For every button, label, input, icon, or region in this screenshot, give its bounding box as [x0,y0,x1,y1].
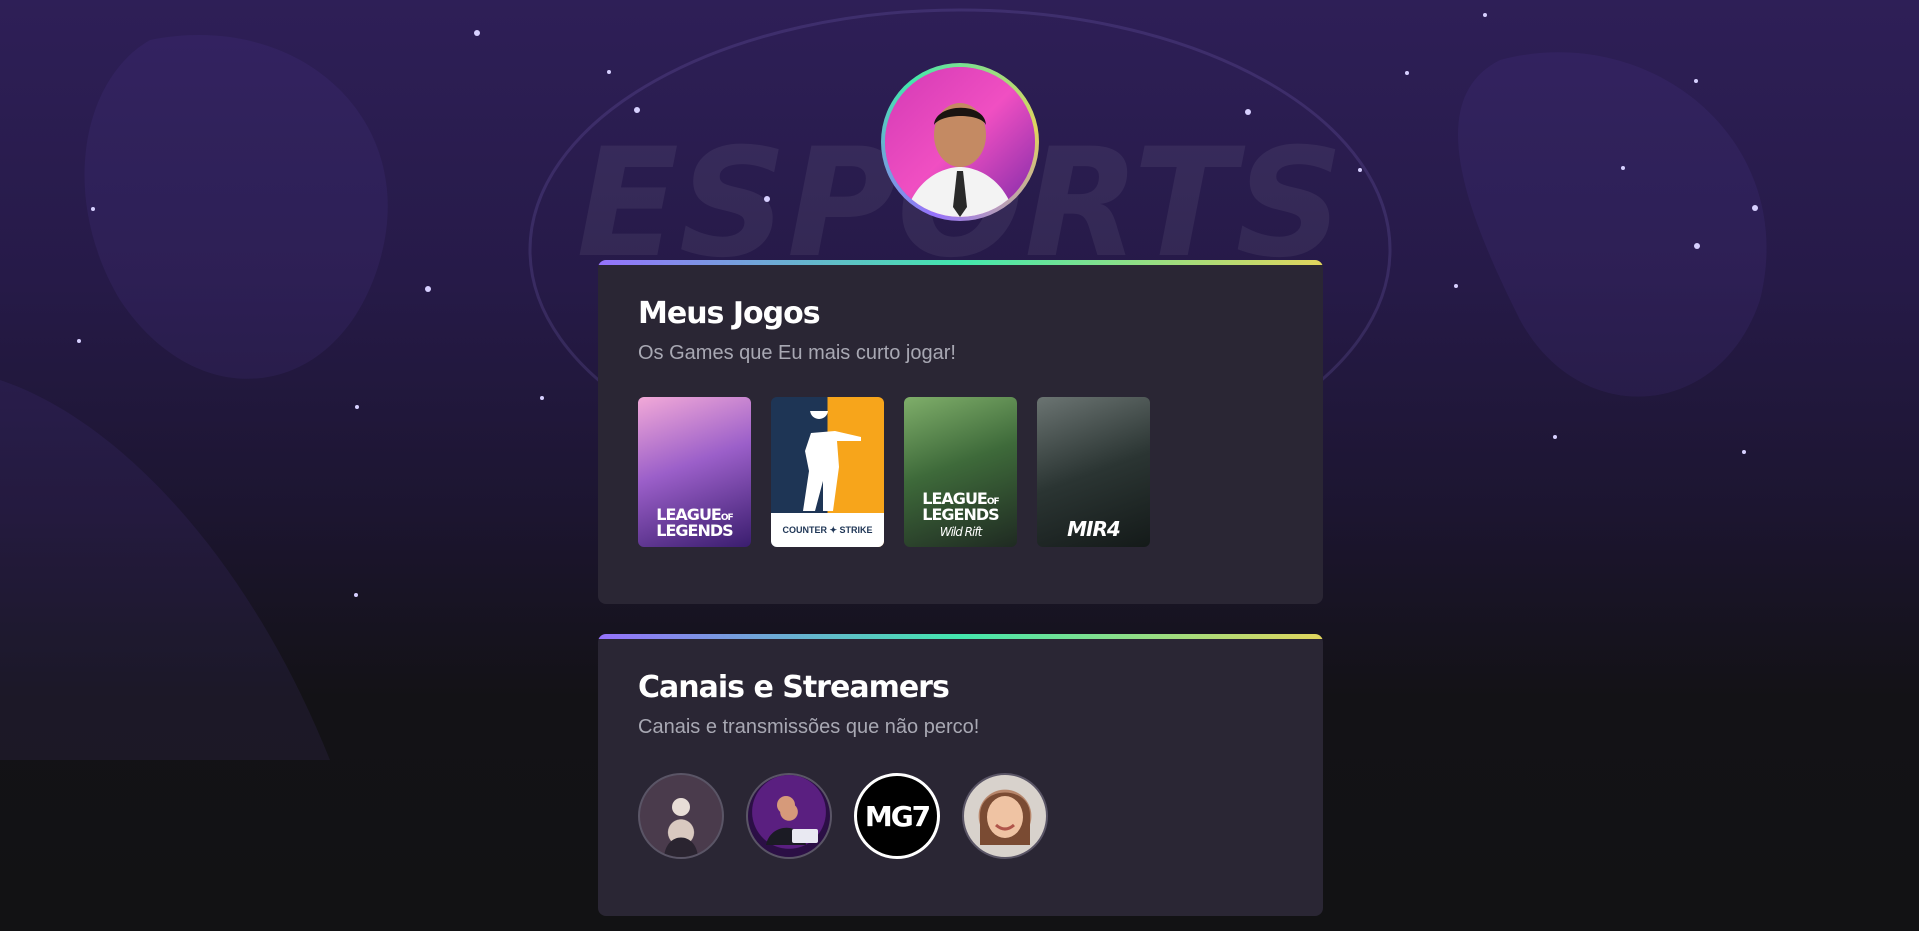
streamers-list: MG7 [638,773,1283,859]
game-card-league-of-legends[interactable]: LEAGUEOF LEGENDS [638,397,751,547]
streamer-avatar-1[interactable] [638,773,724,859]
streamer-avatar-4[interactable] [962,773,1048,859]
profile-avatar [885,67,1035,217]
games-list: LEAGUEOF LEGENDS COUNTER ✦ STRIKE LEAGUE… [638,397,1283,547]
profile-avatar-ring [881,63,1039,221]
games-section-title: Meus Jogos [638,296,821,331]
streamer-avatar-mg7[interactable]: MG7 [854,773,940,859]
streamer-avatar-icon [664,798,698,857]
soldier-icon [803,411,861,511]
game-card-mir4[interactable]: MIR4 [1037,397,1150,547]
game-card-wild-rift[interactable]: LEAGUEOF LEGENDS Wild Rift [904,397,1017,547]
game-title: LEAGUEOF LEGENDS [656,505,733,540]
person-icon [885,67,1035,217]
game-card-counter-strike[interactable]: COUNTER ✦ STRIKE [771,397,884,547]
streamer-avatar-icon [766,796,818,845]
game-title: LEAGUEOF LEGENDS Wild Rift [922,489,999,539]
game-title: COUNTER ✦ STRIKE [771,513,884,547]
games-section-subtitle: Os Games que Eu mais curto jogar! [638,342,956,364]
mg7-logo: MG7 [864,799,931,833]
game-title: MIR4 [1067,517,1121,541]
streamer-avatar-icon [980,792,1030,845]
streamers-section-subtitle: Canais e transmissões que não perco! [638,716,980,738]
streamers-card: Canais e Streamers Canais e transmissões… [598,634,1323,916]
streamers-section-title: Canais e Streamers [638,670,950,705]
games-card: Meus Jogos Os Games que Eu mais curto jo… [598,260,1323,604]
streamer-avatar-2[interactable] [746,773,832,859]
